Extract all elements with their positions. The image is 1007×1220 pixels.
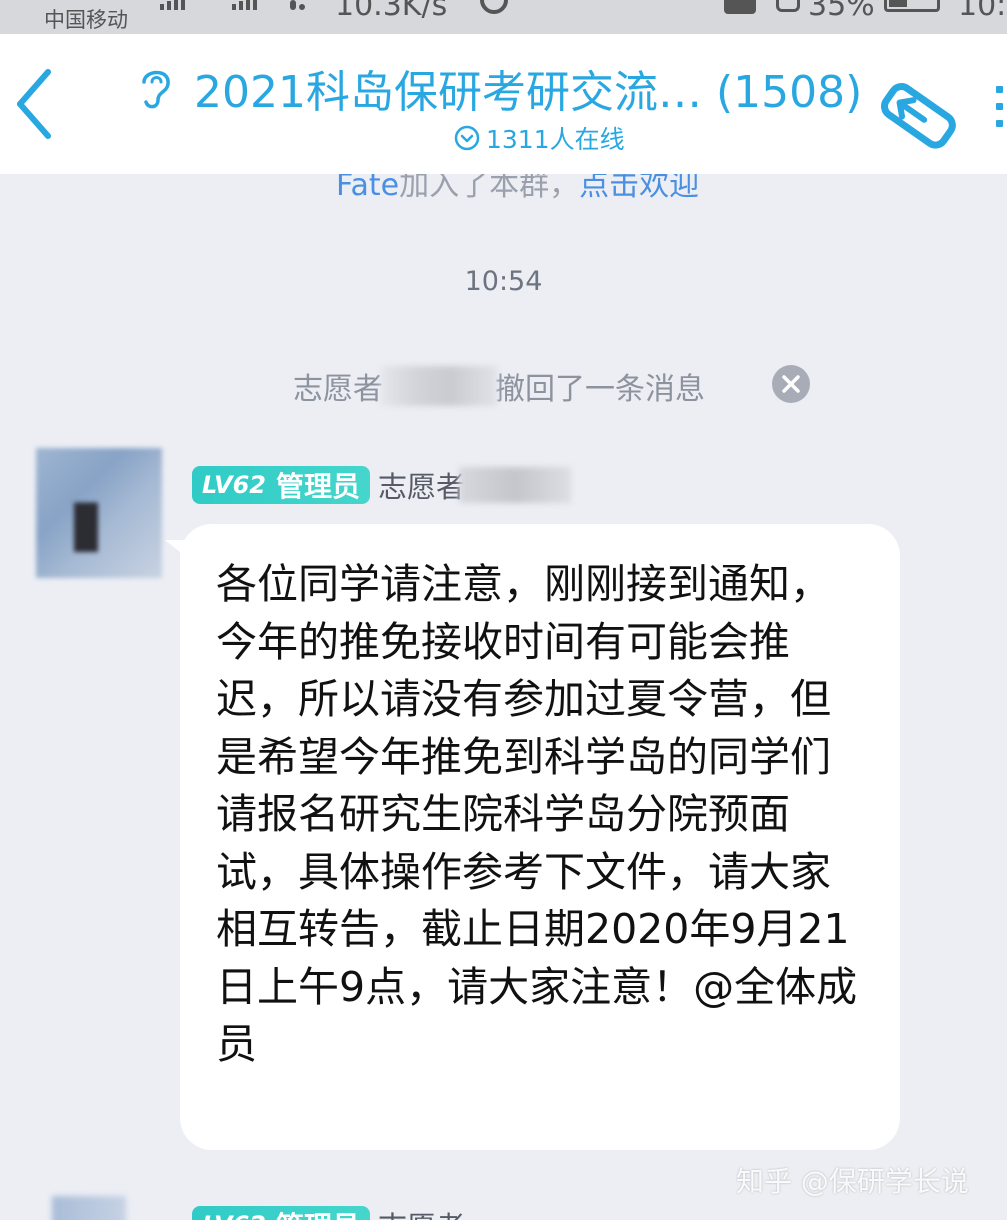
recall-suffix: 撤回了一条消息 xyxy=(495,372,705,407)
avatar[interactable] xyxy=(36,448,162,578)
signal-icon xyxy=(232,0,257,10)
carrier-name: 中国移动 xyxy=(44,8,128,32)
switch-chat-button[interactable] xyxy=(878,74,960,156)
badge-level: LV62 xyxy=(202,1211,266,1220)
admin-badge: LV62 管理员 xyxy=(192,1206,370,1220)
menu-button[interactable] xyxy=(990,82,1007,142)
sender-name[interactable]: 志愿者 xyxy=(378,464,465,506)
blurred-name xyxy=(381,366,497,406)
group-title[interactable]: 2021科岛保研考研交流… (1508) xyxy=(194,56,862,120)
badge-level: LV62 xyxy=(202,471,266,499)
avatar[interactable] xyxy=(52,1196,126,1220)
online-chevron-icon xyxy=(454,125,480,151)
back-button[interactable] xyxy=(8,64,64,144)
battery-icon xyxy=(884,0,940,12)
online-count: 1311人在线 xyxy=(486,125,625,154)
wifi-icon xyxy=(290,0,305,10)
time-divider: 10:54 xyxy=(464,266,543,297)
mute-bell-icon xyxy=(776,0,800,12)
menu-icon xyxy=(990,86,1007,127)
message-text: 各位同学请注意，刚刚接到通知，今年的推免接收时间有可能会推迟，所以请没有参加过夏… xyxy=(216,560,858,1068)
switch-chat-icon xyxy=(881,83,956,149)
badge-role: 管理员 xyxy=(275,470,360,503)
ear-icon[interactable] xyxy=(136,62,176,112)
admin-badge: LV62 管理员 xyxy=(192,466,370,504)
online-status[interactable]: 1311人在线 xyxy=(454,120,625,156)
hd-icon xyxy=(724,0,756,14)
recall-prefix: 志愿者 xyxy=(293,372,383,407)
sender-row: LV62 管理员 志愿者 xyxy=(192,1204,465,1220)
blurred-name xyxy=(459,467,571,503)
watermark: 知乎 @保研学长说 xyxy=(736,1165,969,1198)
status-clock: 10: xyxy=(958,0,1007,23)
sync-icon xyxy=(480,0,508,14)
badge-role: 管理员 xyxy=(276,1205,360,1220)
status-bar: 中国移动 10.3K/s 35% 10: xyxy=(0,0,1007,34)
sender-row: LV62 管理员 志愿者 xyxy=(192,464,571,506)
battery-percent: 35% xyxy=(808,0,875,23)
back-arrow-icon xyxy=(17,69,51,139)
recall-notice: 志愿者 撤回了一条消息 xyxy=(293,364,705,408)
dismiss-x-icon xyxy=(782,375,800,393)
sender-name[interactable]: 志愿者 xyxy=(378,1204,465,1220)
message-bubble[interactable]: 各位同学请注意，刚刚接到通知，今年的推免接收时间有可能会推迟，所以请没有参加过夏… xyxy=(180,524,900,1150)
chat-header: 2021科岛保研考研交流… (1508) 1311人在线 xyxy=(0,34,1007,174)
signal-icon xyxy=(160,0,185,10)
close-icon[interactable] xyxy=(772,365,810,403)
network-speed: 10.3K/s xyxy=(335,0,448,23)
